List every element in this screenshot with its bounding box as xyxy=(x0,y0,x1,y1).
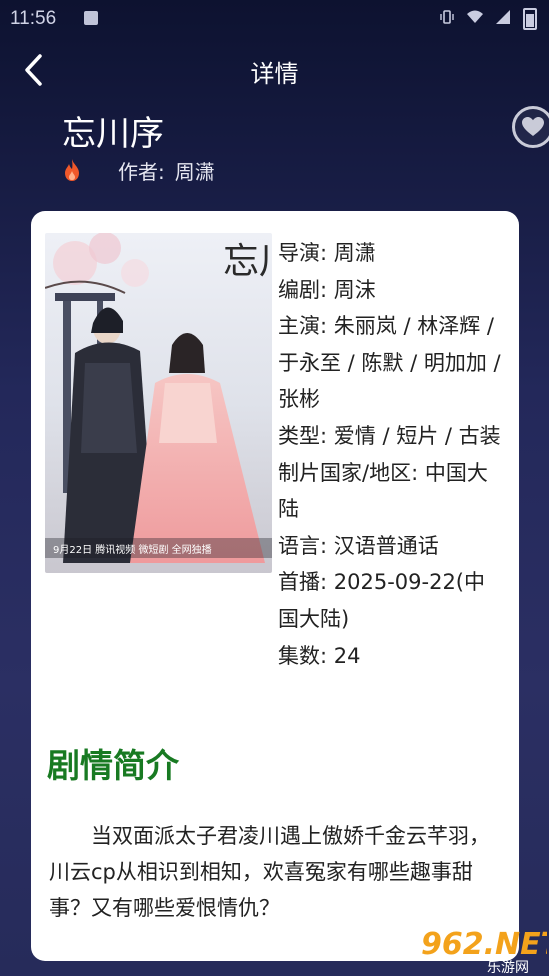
fire-icon xyxy=(65,159,79,181)
info-country: 制片国家/地区中国大陆 xyxy=(278,455,504,528)
info-director: 导演周潇 xyxy=(278,235,504,272)
author-label: 作者: xyxy=(118,160,165,184)
info-language: 语言汉语普通话 xyxy=(278,528,504,565)
info-genre: 类型爱情 / 短片 / 古装 xyxy=(278,418,504,455)
poster-release-text: 9月22日 腾讯视频 微短剧 全网独播 xyxy=(53,543,212,556)
svg-text:乐游网: 乐游网 xyxy=(487,960,529,976)
info-premiere: 首播2025-09-22(中国大陆) xyxy=(278,564,504,637)
battery-icon xyxy=(523,8,537,30)
vibrate-icon xyxy=(440,10,454,24)
status-time: 11:56 xyxy=(10,8,57,29)
svg-text:962.NET: 962.NET xyxy=(421,927,547,962)
info-cast: 主演朱丽岚 / 林泽辉 / 于永至 / 陈默 / 明加加 / 张彬 xyxy=(278,308,504,418)
status-icons xyxy=(439,8,537,31)
book-title: 忘川序 xyxy=(62,114,164,154)
wifi-icon xyxy=(467,10,483,23)
poster-image: 忘川序 9月22日 腾讯视频 微短剧 全网独播 xyxy=(45,233,272,573)
author-line: 作者: 周潇 xyxy=(118,156,215,185)
synopsis-heading: 剧情简介 xyxy=(47,746,179,785)
watermark-logo: 962.NET 乐游网 xyxy=(421,927,547,976)
detail-card: 忘川序 9月22日 腾讯视频 微短剧 全网独播 导演周潇 编剧周沫 主演朱丽岚 … xyxy=(31,211,519,961)
poster-title: 忘川序 xyxy=(223,241,272,282)
page-title: 详情 xyxy=(250,60,299,88)
favorite-button[interactable] xyxy=(512,106,549,148)
signal-icon xyxy=(496,10,510,24)
author-name: 周潇 xyxy=(174,160,215,184)
notification-icon xyxy=(84,11,98,25)
info-list: 导演周潇 编剧周沫 主演朱丽岚 / 林泽辉 / 于永至 / 陈默 / 明加加 /… xyxy=(278,235,504,674)
info-episodes: 集数24 xyxy=(278,638,504,675)
status-bar: 11:56 xyxy=(0,0,549,38)
synopsis-text: 当双面派太子君凌川遇上傲娇千金云芊羽，川云cp从相识到相知，欢喜冤家有哪些趣事甜… xyxy=(49,824,490,920)
heart-icon xyxy=(522,117,544,136)
info-writer: 编剧周沫 xyxy=(278,272,504,309)
